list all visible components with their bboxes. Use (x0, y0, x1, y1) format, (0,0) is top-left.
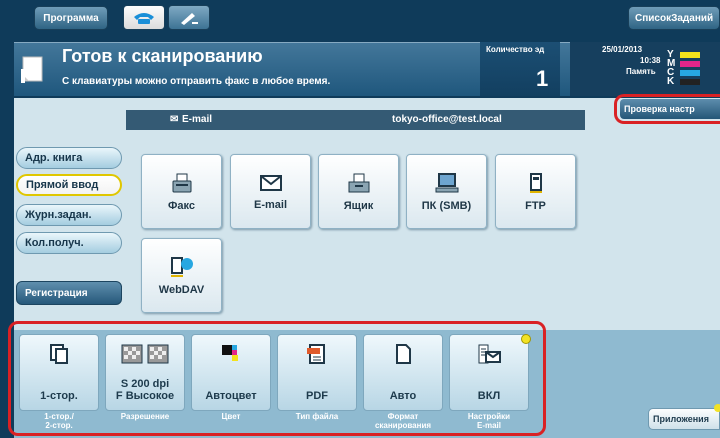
email-settings-icon (478, 344, 501, 364)
fax-mode-tab[interactable] (123, 5, 165, 30)
webdav-icon (170, 256, 193, 277)
email-settings-caption: Настройки E-mail (467, 412, 511, 430)
applications-dot (714, 404, 720, 412)
scan-mode-tab[interactable] (168, 5, 210, 30)
sidebar-item-direct-input[interactable]: Прямой ввод (16, 174, 122, 196)
sidebar-item-recipients[interactable]: Кол.получ. (16, 232, 122, 254)
time-text: 10:38 (640, 56, 661, 65)
file-type-setting-button[interactable]: PDF (277, 334, 357, 411)
date-text: 25/01/2013 (602, 45, 643, 54)
copies-value[interactable]: 1 (536, 66, 548, 92)
toner-cyan-bar (680, 70, 700, 76)
webdav-destination-button[interactable]: WebDAV (141, 238, 222, 313)
ftp-destination-button[interactable]: FTP (495, 154, 576, 229)
resolution-caption: Разрешение (120, 412, 170, 421)
box-destination-button[interactable]: Ящик (318, 154, 399, 229)
simplex-icon (50, 344, 68, 364)
duplex-caption: 1-стор./ 2-стор. (44, 412, 74, 430)
pen-icon (181, 12, 198, 25)
email-settings-button[interactable]: ВКЛ (449, 334, 529, 411)
destination-address: tokyo-office@test.local (392, 114, 502, 125)
resolution-setting-button[interactable]: S 200 dpi F Высокое (105, 334, 185, 411)
sidebar-item-address-book[interactable]: Адр. книга (16, 147, 122, 169)
duplex-setting-button[interactable]: 1-стор. (19, 334, 99, 411)
scan-document-icon (21, 56, 43, 83)
toner-yellow-bar (680, 52, 700, 58)
destination-type: E-mail (182, 114, 213, 125)
sidebar-item-job-log[interactable]: Журн.задан. (16, 204, 122, 226)
pdf-icon (307, 344, 325, 364)
scan-size-setting-button[interactable]: Авто (363, 334, 443, 411)
job-list-button[interactable]: СписокЗаданий (628, 6, 720, 30)
applications-button[interactable]: Приложения (648, 408, 720, 430)
toner-magenta-bar (680, 61, 700, 67)
program-button[interactable]: Программа (34, 6, 108, 30)
ftp-icon (529, 172, 542, 193)
fax-icon (172, 173, 191, 192)
registration-button[interactable]: Регистрация (16, 281, 122, 305)
toner-letters: Y M C K (667, 49, 676, 87)
color-setting-button[interactable]: Автоцвет (191, 334, 271, 411)
destination-bar: ✉ E-mail tokyo-office@test.local (126, 110, 585, 130)
page-size-icon (396, 344, 411, 364)
status-dot (521, 334, 531, 344)
resolution-icon (121, 344, 169, 364)
pc-smb-destination-button[interactable]: ПК (SMB) (406, 154, 487, 229)
email-destination-button[interactable]: E-mail (230, 154, 311, 229)
status-subtitle: С клавиатуры можно отправить факс в любо… (62, 76, 331, 87)
fax-destination-button[interactable]: Факс (141, 154, 222, 229)
pc-icon (435, 172, 458, 192)
phone-icon (134, 12, 154, 24)
color-caption: Цвет (221, 412, 241, 421)
mail-small-icon: ✉ (170, 114, 179, 125)
copies-label: Количество эд (486, 45, 545, 54)
scan-size-caption: Формат сканирования (374, 412, 432, 430)
mail-icon (259, 174, 282, 191)
toner-black-bar (680, 79, 700, 85)
page-title: Готов к сканированию (62, 46, 263, 66)
top-bar (0, 0, 720, 40)
box-icon (348, 173, 369, 192)
file-type-caption: Тип файла (295, 412, 339, 421)
color-icon (222, 345, 238, 361)
check-settings-button[interactable]: Проверка настр (620, 99, 720, 119)
memory-label: Память (626, 67, 656, 76)
